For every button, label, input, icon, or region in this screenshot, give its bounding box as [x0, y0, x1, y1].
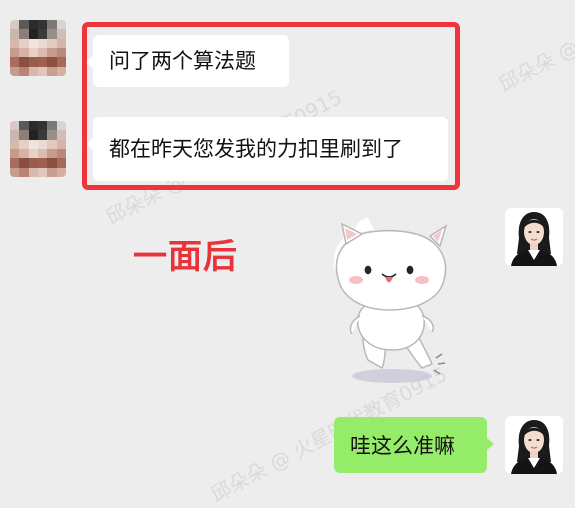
profile-photo-icon	[505, 416, 563, 474]
message-bubble[interactable]: 哇这么准嘛	[334, 417, 494, 473]
annotation-caption: 一面后	[133, 237, 238, 277]
highlight-box	[82, 22, 460, 190]
message-text: 哇这么准嘛	[350, 434, 455, 458]
contact-avatar[interactable]	[10, 20, 66, 76]
user-avatar[interactable]	[505, 208, 563, 266]
watermark: 邱朵朵 @ 火星时代教育0915	[494, 0, 575, 97]
user-avatar[interactable]	[505, 416, 563, 474]
contact-avatar[interactable]	[10, 121, 66, 177]
profile-photo-icon	[505, 208, 563, 266]
cat-sticker-icon[interactable]	[326, 218, 456, 388]
